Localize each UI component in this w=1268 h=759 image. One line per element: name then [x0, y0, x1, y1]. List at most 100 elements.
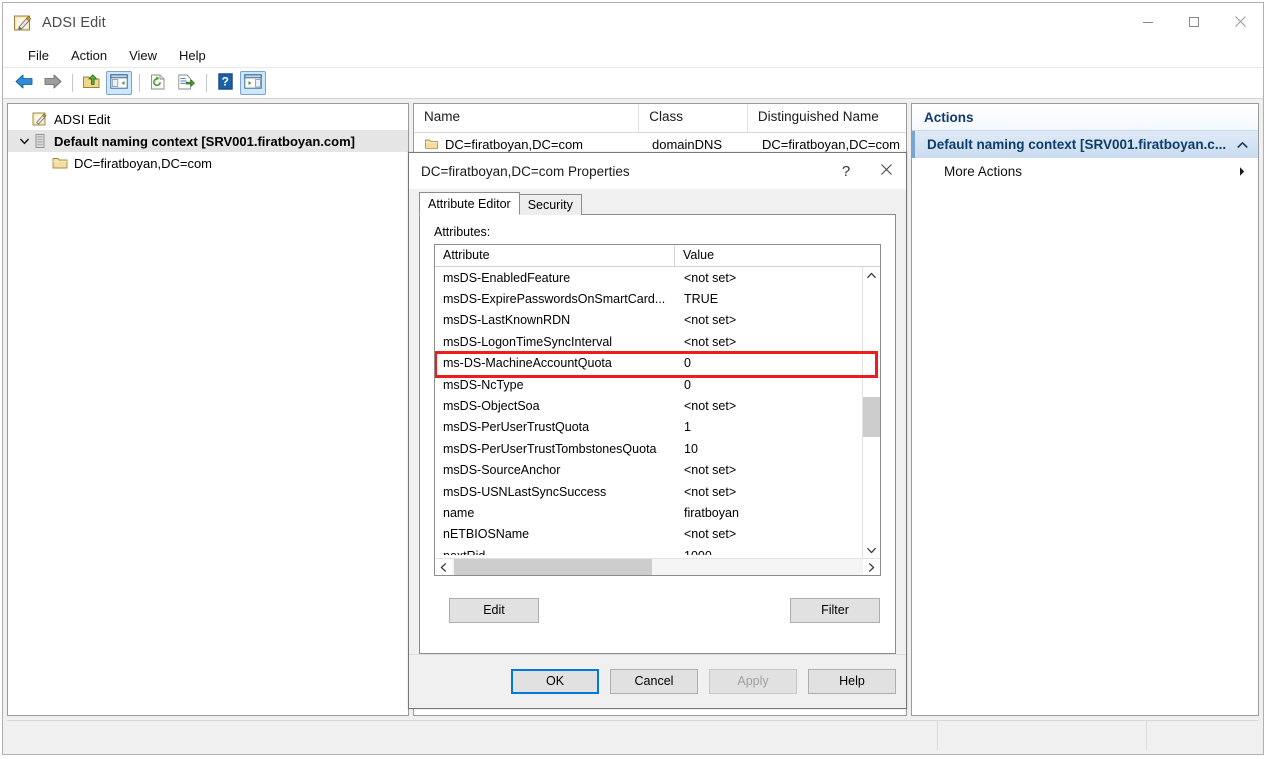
- attribute-row[interactable]: msDS-LogonTimeSyncInterval <not set>: [435, 331, 880, 352]
- ok-button[interactable]: OK: [511, 669, 599, 694]
- attribute-name-cell: msDS-USNLastSyncSuccess: [443, 484, 607, 499]
- toolbar-separator: [139, 74, 140, 92]
- horizontal-scrollbar-thumb[interactable]: [454, 559, 652, 575]
- attribute-editor-panel: Attributes: Attribute Value msDS-Enabled…: [419, 214, 896, 654]
- show-hide-console-tree-button[interactable]: [106, 71, 132, 95]
- tree-node-label: ADSI Edit: [54, 111, 111, 127]
- window-controls: [1125, 3, 1263, 43]
- scroll-up-arrow-icon[interactable]: [863, 267, 880, 284]
- tree-node-dc-firatboyan[interactable]: DC=firatboyan,DC=com: [8, 152, 408, 174]
- help-button[interactable]: ?: [212, 71, 238, 95]
- dialog-help-button[interactable]: ?: [826, 156, 866, 186]
- list-column-headers: Name Class Distinguished Name: [414, 104, 906, 133]
- attribute-name-cell: msDS-PerUserTrustQuota: [443, 420, 590, 435]
- minimize-icon: [1142, 16, 1154, 31]
- tree-node-label: Default naming context [SRV001.firatboya…: [54, 133, 355, 149]
- attribute-name-cell: msDS-LastKnownRDN: [443, 313, 571, 328]
- attribute-row[interactable]: nETBIOSName <not set>: [435, 524, 880, 545]
- attribute-value-cell: firatboyan: [684, 505, 739, 520]
- window-title: ADSI Edit: [42, 15, 106, 31]
- scroll-down-arrow-icon[interactable]: [863, 542, 880, 559]
- attribute-value-cell: <not set>: [684, 399, 737, 414]
- export-list-button[interactable]: [173, 71, 199, 95]
- attribute-value-cell: <not set>: [684, 313, 737, 328]
- window-titlebar: ADSI Edit: [3, 3, 1263, 43]
- help-button[interactable]: Help: [808, 669, 896, 694]
- tab-attribute-editor[interactable]: Attribute Editor: [419, 192, 520, 215]
- cancel-button[interactable]: Cancel: [610, 669, 698, 694]
- tree-twisty-expanded[interactable]: [16, 130, 32, 152]
- show-hide-action-pane-icon: [244, 74, 262, 92]
- refresh-button[interactable]: [145, 71, 171, 95]
- up-one-level-button[interactable]: [78, 71, 104, 95]
- maximize-icon: [1188, 16, 1200, 31]
- adsi-edit-icon: [32, 111, 48, 127]
- column-header-value[interactable]: Value: [675, 245, 880, 266]
- attribute-row[interactable]: msDS-NcType 0: [435, 374, 880, 395]
- cell-name: DC=firatboyan,DC=com: [414, 137, 642, 152]
- show-hide-action-pane-button[interactable]: [240, 71, 266, 95]
- chevron-up-icon[interactable]: [1237, 141, 1248, 149]
- forward-button[interactable]: [39, 71, 65, 95]
- menu-help[interactable]: Help: [168, 46, 217, 65]
- apply-button: Apply: [709, 669, 797, 694]
- column-header-attribute[interactable]: Attribute: [435, 245, 675, 266]
- attribute-row[interactable]: msDS-USNLastSyncSuccess <not set>: [435, 481, 880, 502]
- attribute-value-cell: <not set>: [684, 463, 737, 478]
- console-tree-pane: ADSI Edit Default naming context [SRV001…: [7, 103, 409, 716]
- attribute-name-cell: msDS-EnabledFeature: [443, 270, 571, 285]
- attributes-vertical-scrollbar[interactable]: [862, 267, 880, 559]
- scroll-right-arrow-icon[interactable]: [863, 559, 880, 575]
- row-name-text: DC=firatboyan,DC=com: [445, 136, 583, 152]
- status-bar-main-panel: [7, 721, 938, 750]
- tree-node-adsi-edit[interactable]: ADSI Edit: [8, 108, 408, 130]
- attribute-value-cell: 1000: [675, 549, 880, 555]
- attribute-row[interactable]: nextRid1000: [435, 545, 880, 555]
- column-header-name[interactable]: Name: [414, 104, 640, 132]
- maximize-button[interactable]: [1171, 3, 1217, 43]
- actions-item-more-actions[interactable]: More Actions: [912, 158, 1258, 184]
- attribute-row[interactable]: msDS-ObjectSoa <not set>: [435, 395, 880, 416]
- up-one-level-folder-icon: [82, 73, 101, 93]
- menu-action[interactable]: Action: [60, 46, 118, 65]
- attribute-row[interactable]: msDS-PerUserTrustTombstonesQuota 10: [435, 438, 880, 459]
- dialog-close-button[interactable]: [866, 156, 906, 186]
- attribute-value-cell: <not set>: [684, 334, 737, 349]
- attribute-name-cell: msDS-NcType: [443, 377, 524, 392]
- menu-file[interactable]: File: [17, 46, 60, 65]
- attribute-name-cell: nETBIOSName: [443, 527, 530, 542]
- back-arrow-icon: [15, 73, 34, 93]
- attribute-value-cell: 0: [684, 356, 691, 371]
- attributes-column-headers: Attribute Value: [435, 245, 880, 267]
- attribute-value-cell: 10: [684, 441, 698, 456]
- close-button[interactable]: [1217, 3, 1263, 43]
- column-header-distinguished-name[interactable]: Distinguished Name: [748, 104, 906, 132]
- column-header-class[interactable]: Class: [639, 104, 748, 132]
- attribute-value-cell: 1: [684, 420, 691, 435]
- attribute-name-cell: msDS-SourceAnchor: [443, 463, 561, 478]
- attribute-row[interactable]: msDS-EnabledFeature <not set>: [435, 267, 880, 288]
- attribute-value-cell: TRUE: [684, 292, 719, 307]
- attributes-row-container: msDS-EnabledFeature <not set> msDS-ExpireP…: [435, 267, 880, 555]
- menu-view[interactable]: View: [118, 46, 168, 65]
- edit-button[interactable]: Edit: [449, 598, 539, 623]
- filter-button[interactable]: Filter: [790, 598, 880, 623]
- attributes-horizontal-scrollbar[interactable]: [435, 558, 880, 575]
- back-button[interactable]: [11, 71, 37, 95]
- attribute-row[interactable]: msDS-SourceAnchor <not set>: [435, 460, 880, 481]
- attribute-row[interactable]: msDS-LastKnownRDN <not set>: [435, 310, 880, 331]
- attribute-row[interactable]: name firatboyan: [435, 502, 880, 523]
- actions-group-default-naming-context[interactable]: Default naming context [SRV001.firatboya…: [912, 131, 1258, 158]
- attribute-row[interactable]: ms-DS-MachineAccountQuota 0: [435, 353, 880, 374]
- vertical-scrollbar-thumb[interactable]: [863, 397, 880, 437]
- attribute-row[interactable]: msDS-PerUserTrustQuota 1: [435, 417, 880, 438]
- close-icon: [1234, 15, 1247, 31]
- attribute-row[interactable]: msDS-ExpirePasswordsOnSmartCard... TRUE: [435, 288, 880, 309]
- actions-pane-title: Actions: [912, 104, 1258, 131]
- scroll-left-arrow-icon[interactable]: [435, 559, 452, 575]
- tree-node-default-naming-context[interactable]: Default naming context [SRV001.firatboya…: [8, 130, 408, 152]
- tab-security[interactable]: Security: [518, 194, 582, 215]
- attribute-name-cell: name: [443, 505, 475, 520]
- minimize-button[interactable]: [1125, 3, 1171, 43]
- refresh-icon: [149, 74, 167, 93]
